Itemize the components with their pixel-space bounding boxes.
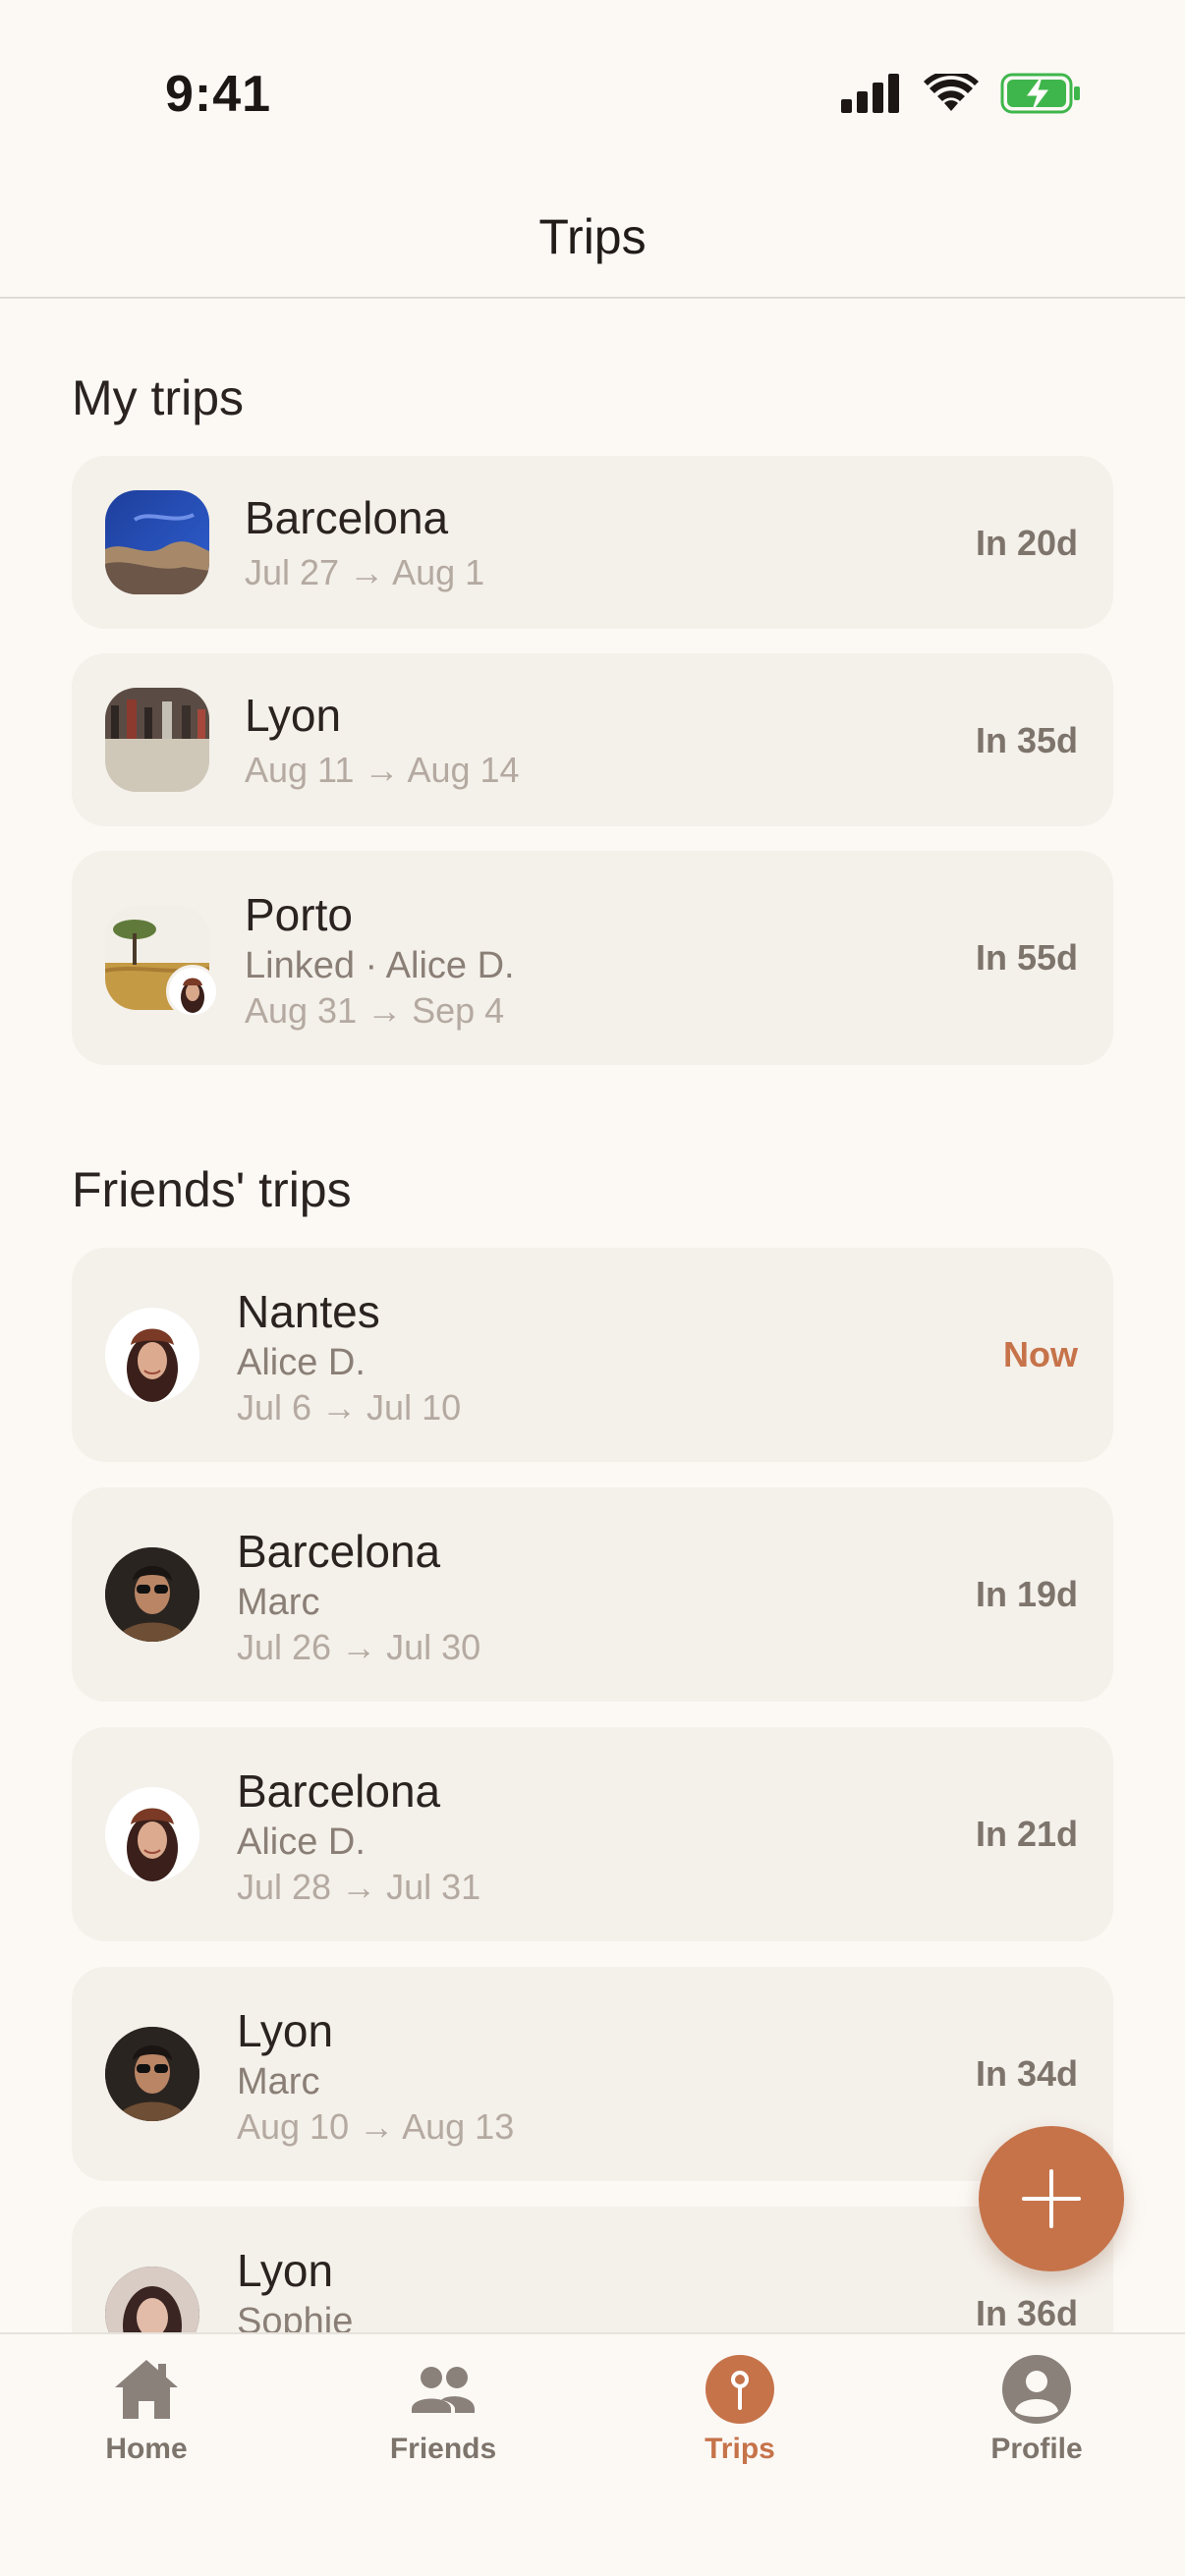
plus-icon [1022,2169,1081,2228]
add-trip-button[interactable] [979,2126,1124,2271]
countdown-badge: In 34d [975,2053,1078,2094]
section-title-my-trips: My trips [72,370,244,425]
trip-linked-label: Linked · Alice D. [245,945,515,986]
status-badge-now: Now [1003,1334,1078,1374]
trip-friend-name: Marc [237,1582,320,1623]
tab-label: Home [105,2433,188,2465]
status-bar: 9:41 [0,0,1185,147]
status-icons [841,73,1081,114]
home-icon [115,2360,178,2419]
friend-avatar-sophie [105,2267,199,2332]
section-title-friends-trips: Friends' trips [72,1162,352,1217]
friend-avatar-marc [105,2027,199,2121]
countdown-badge: In 36d [975,2293,1078,2332]
profile-icon [1002,2355,1071,2424]
signal-icon [841,74,899,113]
trip-city: Porto [245,889,353,940]
friends-icon [412,2367,475,2413]
friend-avatar-marc [105,1547,199,1642]
nav-header: Trips [0,147,1185,299]
friend-avatar-alice [105,1308,199,1402]
tab-friends[interactable]: Friends [345,2354,541,2482]
trip-city: Lyon [237,2005,334,2056]
tab-label: Friends [389,2433,497,2465]
trip-city: Lyon [237,2245,334,2296]
friend-trip-card-lyon-marc[interactable]: Lyon Marc Aug 10 → Aug 13 In 34d [72,1967,1113,2181]
countdown-badge: In 35d [975,720,1078,760]
countdown-badge: In 21d [975,1814,1078,1854]
friend-avatar-alice [105,1787,199,1881]
trip-card-lyon[interactable]: Lyon Aug 11 → Aug 14 In 35d [72,653,1113,826]
trip-dates: Jul 27 → Aug 1 [245,552,485,592]
pin-icon [705,2355,774,2424]
tab-trips[interactable]: Trips [642,2354,838,2482]
trip-dates: Aug 10 → Aug 13 [237,2106,515,2147]
page-title: Trips [538,209,647,264]
tab-label: Trips [705,2433,775,2465]
wifi-icon [924,74,979,111]
friend-trip-card-barcelona-alice[interactable]: Barcelona Alice D. Jul 28 → Jul 31 In 21… [72,1727,1113,1941]
trip-thumbnail [105,688,209,792]
trip-friend-name: Alice D. [237,1342,366,1383]
trips-screen: 9:41 Trips My trips Barcelona Jul 27 → A… [0,0,1185,2576]
trips-list[interactable]: My trips Barcelona Jul 27 → Aug 1 In 20d… [0,299,1185,2332]
trip-city: Barcelona [237,1765,441,1817]
status-time: 9:41 [165,66,272,123]
friend-trip-card-barcelona-marc[interactable]: Barcelona Marc Jul 26 → Jul 30 In 19d [72,1487,1113,1702]
countdown-badge: In 55d [975,937,1078,978]
tab-bar: Home Friends Trips Profile [0,2332,1185,2576]
tab-home[interactable]: Home [48,2354,245,2482]
trip-dates: Jul 6 → Jul 10 [237,1387,462,1428]
trip-city: Barcelona [237,1526,441,1577]
trip-dates: Aug 31 → Sep 4 [245,990,505,1031]
linked-friend-avatar [166,965,219,1018]
trip-city: Lyon [245,690,342,741]
trip-city: Barcelona [245,492,449,543]
friend-trip-card-nantes[interactable]: Nantes Alice D. Jul 6 → Jul 10 Now [72,1248,1113,1462]
trip-friend-name: Marc [237,2061,320,2102]
trip-thumbnail [105,490,209,594]
trip-card-porto[interactable]: Porto Linked · Alice D. Aug 31 → Sep 4 I… [72,851,1113,1065]
battery-charging-icon [1000,73,1080,114]
tab-label: Profile [990,2433,1083,2465]
trip-city: Nantes [237,1286,380,1337]
countdown-badge: In 20d [975,523,1078,563]
trip-dates: Jul 26 → Jul 30 [237,1627,481,1667]
tab-profile[interactable]: Profile [938,2354,1135,2482]
trip-dates: Aug 11 → Aug 14 [245,750,520,790]
friend-trip-card-lyon-sophie[interactable]: Lyon Sophie In 36d [72,2207,1113,2332]
trip-friend-name: Sophie [237,2301,354,2332]
trip-friend-name: Alice D. [237,1821,366,1863]
trip-card-barcelona[interactable]: Barcelona Jul 27 → Aug 1 In 20d [72,456,1113,629]
countdown-badge: In 19d [975,1574,1078,1614]
trip-dates: Jul 28 → Jul 31 [237,1867,481,1907]
